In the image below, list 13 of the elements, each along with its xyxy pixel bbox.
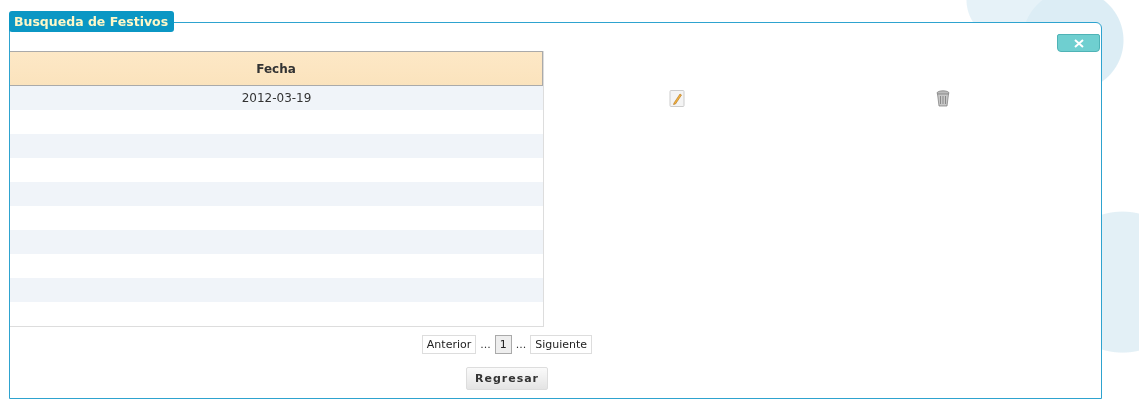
ellipsis: ... — [480, 338, 491, 351]
back-button[interactable]: Regresar — [465, 367, 549, 390]
table-cell-text: 2012-03-19 — [240, 90, 313, 107]
next-button[interactable]: Siguiente — [530, 335, 593, 354]
column-header: Fecha — [255, 60, 297, 78]
edit-icon[interactable] — [669, 89, 685, 107]
ellipsis: ... — [515, 338, 527, 351]
trash-icon[interactable] — [936, 89, 950, 107]
close-icon — [1073, 38, 1084, 48]
page-button[interactable]: 1 — [494, 335, 512, 354]
previous-button[interactable]: Anterior — [421, 335, 477, 354]
panel-title: Busqueda de Festivos — [9, 11, 175, 32]
close-button[interactable] — [1057, 34, 1100, 52]
